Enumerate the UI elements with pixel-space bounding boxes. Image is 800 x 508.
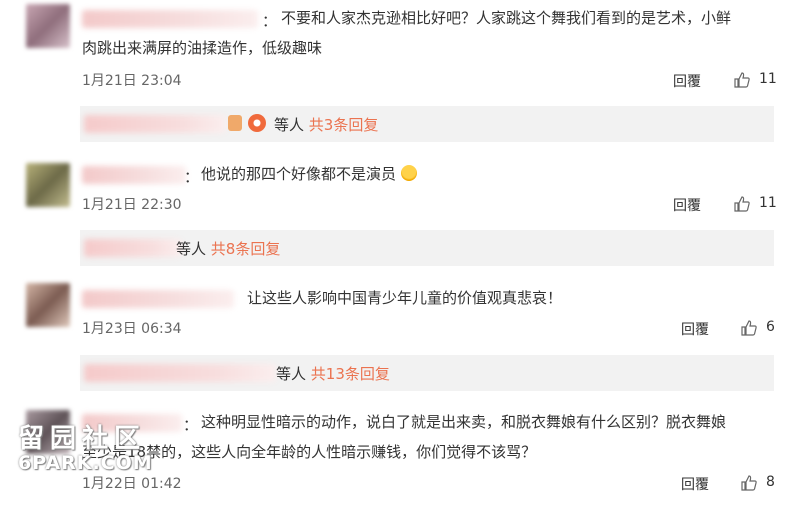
sub-reply-user-blurred bbox=[84, 239, 182, 257]
user-badge-icon bbox=[248, 114, 266, 132]
comment-time: 1月23日 06:34 bbox=[82, 321, 182, 337]
sub-replies-summary[interactable]: 等人 共3条回复 bbox=[274, 114, 378, 135]
sub-replies-prefix: 等人 bbox=[176, 240, 207, 258]
sub-replies-bar[interactable]: 等人 共3条回复 bbox=[80, 106, 774, 142]
username-blurred[interactable] bbox=[82, 10, 258, 28]
sub-replies-count[interactable]: 共13条回复 bbox=[311, 365, 390, 383]
comment-text: 让这些人影响中国青少年儿童的价值观真悲哀！ bbox=[247, 285, 562, 312]
like-count: 8 bbox=[766, 474, 775, 490]
reply-button[interactable]: 回覆 bbox=[681, 319, 709, 339]
watermark-title: 留园社区 bbox=[18, 424, 147, 454]
avatar[interactable] bbox=[26, 283, 70, 327]
reply-button[interactable]: 回覆 bbox=[673, 71, 701, 91]
comment-text-continued: 肉跳出来满屏的油揉造作，低级趣味 bbox=[82, 35, 322, 62]
comment-time: 1月21日 23:04 bbox=[82, 73, 182, 89]
sub-replies-count[interactable]: 共8条回复 bbox=[211, 240, 281, 258]
sub-replies-bar[interactable]: 等人 共13条回复 bbox=[80, 355, 774, 391]
username-blurred[interactable] bbox=[82, 166, 186, 184]
comment-text: 不要和人家杰克逊相比好吧？人家跳这个舞我们看到的是艺术，小鲜 bbox=[281, 5, 731, 32]
avatar[interactable] bbox=[26, 4, 70, 48]
comment-text-line: 肉跳出来满屏的油揉造作，低级趣味 bbox=[82, 39, 323, 57]
sub-replies-summary[interactable]: 等人 共13条回复 bbox=[276, 363, 390, 384]
sub-reply-user-blurred bbox=[84, 115, 226, 133]
watermark-url: 6PARK.COM bbox=[18, 452, 153, 474]
like-count: 11 bbox=[759, 71, 777, 87]
comment-text-line: 不要和人家杰克逊相比好吧？人家跳这个舞我们看到的是艺术，小鲜 bbox=[281, 9, 732, 27]
sub-replies-count[interactable]: 共3条回复 bbox=[309, 116, 379, 134]
thumbs-up-icon[interactable] bbox=[741, 320, 757, 336]
comment-text-line: 他说的那四个好像都不是演员 bbox=[201, 165, 397, 183]
colon: ： bbox=[183, 416, 199, 434]
like-count: 6 bbox=[766, 319, 775, 335]
username-blurred[interactable] bbox=[82, 290, 234, 308]
thumbs-up-icon[interactable] bbox=[734, 72, 750, 88]
colon: ： bbox=[262, 12, 278, 30]
sub-replies-prefix: 等人 bbox=[274, 116, 305, 134]
sub-replies-summary[interactable]: 等人 共8条回复 bbox=[176, 238, 280, 259]
thumbs-up-icon[interactable] bbox=[734, 196, 750, 212]
comment-text: 他说的那四个好像都不是演员 bbox=[201, 161, 417, 188]
colon: ： bbox=[184, 168, 200, 186]
reply-button[interactable]: 回覆 bbox=[681, 474, 709, 494]
crying-laughing-emoji-icon bbox=[400, 165, 417, 181]
like-count: 11 bbox=[759, 195, 777, 211]
sub-replies-bar[interactable]: 等人 共8条回复 bbox=[80, 230, 774, 266]
sub-reply-user-blurred bbox=[84, 364, 276, 382]
thumbs-up-icon[interactable] bbox=[741, 475, 757, 491]
sub-replies-prefix: 等人 bbox=[276, 365, 307, 383]
comment-text-line: 这种明显性暗示的动作，说白了就是出来卖，和脱衣舞娘有什么区别？脱衣舞娘 bbox=[201, 413, 727, 431]
avatar[interactable] bbox=[26, 163, 70, 207]
comment-text-line: 让这些人影响中国青少年儿童的价值观真悲哀！ bbox=[247, 289, 563, 307]
comment-time: 1月22日 01:42 bbox=[82, 476, 182, 492]
vip-badge-icon bbox=[228, 115, 242, 131]
reply-button[interactable]: 回覆 bbox=[673, 195, 701, 215]
comment-text: 这种明显性暗示的动作，说白了就是出来卖，和脱衣舞娘有什么区别？脱衣舞娘 bbox=[201, 409, 726, 436]
comment-time: 1月21日 22:30 bbox=[82, 197, 182, 213]
